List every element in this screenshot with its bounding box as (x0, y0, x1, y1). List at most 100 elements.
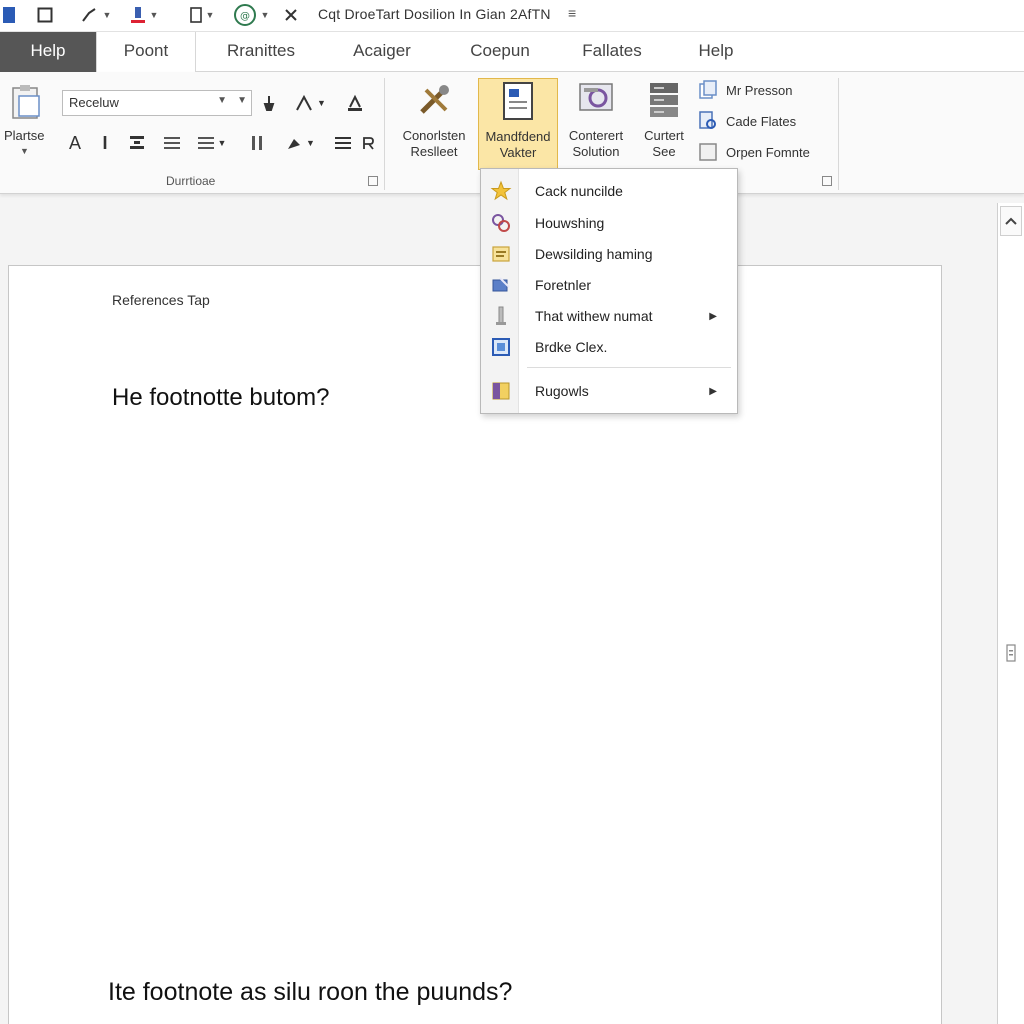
big-button-label: Conterert (568, 128, 624, 143)
book-icon (490, 380, 512, 402)
small-button-label: Orpen Fomnte (726, 144, 810, 160)
tab-help[interactable]: Help (680, 32, 752, 72)
menu-item[interactable]: Brdke Clex. (481, 333, 737, 361)
big-button-label: Curtert (644, 128, 684, 143)
small-button-label: Cade Flates (726, 113, 797, 129)
doc-caption: References Tap (112, 292, 210, 308)
document-icon (498, 81, 538, 121)
menu-separator (527, 367, 731, 368)
menu-item-label: Brdke Clex. (535, 339, 608, 355)
group-separator (384, 78, 385, 190)
dialog-launcher-icon[interactable] (368, 176, 378, 186)
frame-icon (490, 336, 512, 358)
big-button-curtert[interactable]: Curtert See (634, 78, 694, 170)
globe-icon[interactable]: @ ▼ (228, 4, 274, 26)
tab-help-dark[interactable]: Help (0, 32, 96, 72)
list-icon[interactable] (332, 130, 354, 156)
small-button-cade-flates[interactable]: Cade Flates (698, 109, 796, 133)
scroll-up-icon[interactable] (1000, 206, 1022, 236)
close-x-icon[interactable] (280, 4, 302, 26)
menu-item-label: That withew numat (535, 308, 653, 324)
font-name-input[interactable]: Receluw ▼ ▼ (62, 90, 252, 116)
dialog-launcher-icon[interactable] (822, 176, 832, 186)
small-button-mr-presson[interactable]: Mr Presson (698, 78, 792, 102)
window-title: Cqt DroeTart Dosilion In Gian 2AfTN (318, 6, 551, 22)
menu-item[interactable]: Foretnler (481, 271, 737, 299)
tab-acaiger[interactable]: Acaiger (332, 32, 432, 72)
columns-icon[interactable] (246, 130, 268, 156)
small-button-orpen-fomnte[interactable]: Orpen Fomnte (698, 140, 810, 164)
text-effects-icon[interactable] (342, 90, 368, 116)
new-doc-icon[interactable] (34, 4, 56, 26)
title-menu-icon[interactable]: ≡ (568, 5, 576, 21)
edit-icon (490, 274, 512, 296)
font-color-icon[interactable]: A (64, 130, 86, 156)
note-icon (490, 243, 512, 265)
menu-item-label: Dewsilding haming (535, 246, 653, 262)
menu-item[interactable]: Cack nuncilde (481, 177, 737, 205)
big-button-conterert[interactable]: Conterert Solution (562, 78, 630, 170)
chevron-down-icon[interactable]: ▼ (217, 95, 227, 106)
search-doc-icon (698, 111, 718, 131)
clear-format-icon[interactable]: ▼ (288, 90, 332, 116)
box-icon[interactable]: ▼ (182, 4, 222, 26)
menu-item-label: Rugowls (535, 383, 589, 399)
vertical-scrollbar[interactable] (997, 203, 1024, 1024)
star-icon (490, 180, 512, 202)
big-button-label: Conorlsten (402, 128, 466, 143)
small-button-label: Mr Presson (726, 82, 793, 98)
numbering-icon[interactable]: ▼ (192, 130, 232, 156)
view-icon (576, 80, 616, 120)
scroll-thumb[interactable] (1004, 640, 1018, 666)
server-icon (644, 80, 684, 120)
paste-label[interactable]: Plartse (4, 128, 44, 143)
doc-heading-question: He footnotte butom? (112, 384, 330, 411)
doc-heading-question: Ite footnote as silu roon the puunds? (108, 978, 513, 1006)
link-icon (490, 212, 512, 234)
format-painter-icon[interactable] (258, 90, 280, 116)
frame-icon (698, 142, 718, 162)
big-button-label: See (652, 144, 676, 159)
big-button-label: Solution (572, 144, 620, 159)
menu-item-submenu[interactable]: Rugowls ▶ (481, 377, 737, 405)
menu-item-label: Foretnler (535, 277, 592, 293)
tools-icon (414, 80, 454, 120)
paste-icon[interactable] (6, 80, 46, 124)
word-icon[interactable] (0, 4, 18, 26)
submenu-arrow-icon: ▶ (709, 310, 717, 322)
tab-rranittes[interactable]: Rranittes (206, 32, 316, 72)
big-button-mandfdend[interactable]: Mandfdend Vakter (478, 78, 558, 170)
menu-item-label: Houwshing (535, 215, 605, 231)
tab-poont[interactable]: Poont (96, 32, 196, 73)
shading-icon[interactable]: ▼ (278, 130, 322, 156)
tab-coepun[interactable]: Coepun (452, 32, 548, 72)
ribbon-tabs: Help Poont Rranittes Acaiger Coepun Fall… (0, 32, 1024, 73)
highlight-color-icon[interactable]: ▼ (122, 4, 166, 26)
document-page[interactable] (8, 265, 942, 1024)
title-bar: ▼ ▼ ▼ @ ▼ Cqt DroeTart Dosilion In Gian 2… (0, 0, 1024, 32)
menu-item-submenu[interactable]: That withew numat ▶ (481, 302, 737, 330)
brush-icon[interactable]: ▼ (76, 4, 116, 26)
submenu-arrow-icon: ▶ (709, 385, 717, 397)
big-button-conorlsten[interactable]: Conorlsten Reslleet (396, 78, 472, 170)
chevron-down-icon[interactable]: ▼ (237, 95, 247, 106)
restore-icon[interactable] (358, 130, 378, 156)
align-icon[interactable] (124, 130, 150, 156)
group-separator (838, 78, 839, 190)
big-button-label: Vakter (499, 145, 537, 160)
big-button-label: Reslleet (410, 144, 458, 159)
copy-icon (698, 80, 718, 100)
paste-chevron-down-icon[interactable]: ▼ (20, 146, 29, 156)
menu-item[interactable]: Dewsilding haming (481, 240, 737, 268)
tab-fallates[interactable]: Fallates (562, 32, 662, 72)
bullets-icon[interactable] (160, 130, 184, 156)
italic-icon[interactable]: I (94, 130, 116, 156)
svg-text:@: @ (240, 11, 250, 22)
dropdown-menu: Cack nuncilde Houwshing Dewsilding hamin… (480, 168, 738, 414)
font-name-value: Receluw (69, 95, 119, 110)
pencil-icon (490, 305, 512, 327)
menu-item[interactable]: Houwshing (481, 209, 737, 237)
menu-item-label: Cack nuncilde (535, 183, 623, 199)
big-button-label: Mandfdend (485, 129, 551, 144)
font-group-label: Durrtioae (166, 174, 216, 188)
